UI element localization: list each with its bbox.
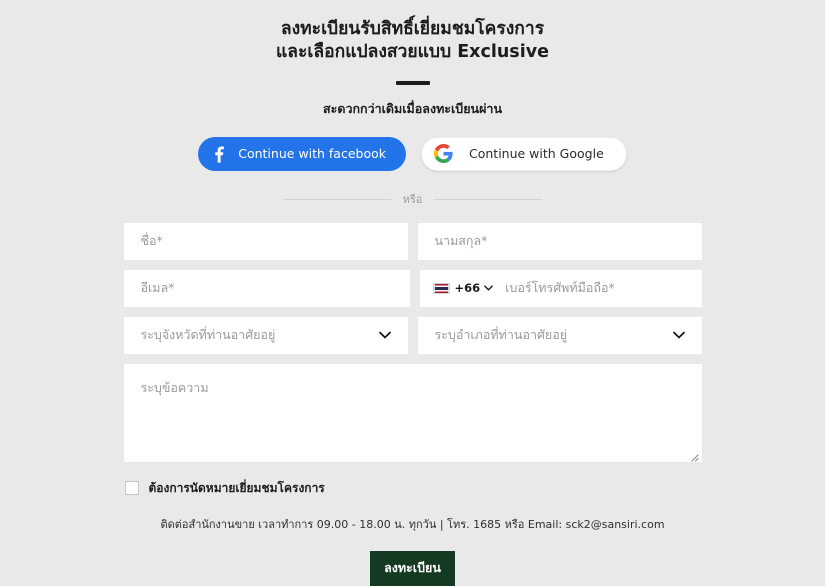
phone-placeholder: เบอร์โทรศัพท์มือถือ* (505, 280, 615, 296)
subtitle: สะดวกกว่าเดิมเมื่อลงทะเบียนผ่าน (323, 100, 502, 116)
or-divider-label: หรือ (402, 192, 423, 206)
textarea-resize-handle[interactable] (687, 447, 699, 462)
district-select[interactable]: ระบุอำเภอที่ท่านอาศัยอยู่ (417, 316, 702, 354)
email-placeholder: อีเมล* (140, 280, 175, 296)
appointment-checkbox-label: ต้องการนัดหมายเยี่ยมชมโครงการ (148, 480, 325, 495)
social-login-row: Continue with facebook Continue with Goo… (0, 136, 825, 171)
google-icon (434, 144, 453, 164)
district-placeholder: ระบุอำเภอที่ท่านอาศัยอยู่ (434, 327, 568, 343)
google-button-label: Continue with Google (469, 146, 604, 162)
registration-page: ลงทะเบียนรับสิทธิ์เยี่ยมชมโครงการ และเลื… (0, 0, 825, 586)
province-select[interactable]: ระบุจังหวัดที่ท่านอาศัยอยู่ (123, 316, 408, 354)
location-row: ระบุจังหวัดที่ท่านอาศัยอยู่ ระบุอำเภอที่… (123, 316, 702, 354)
page-title: ลงทะเบียนรับสิทธิ์เยี่ยมชมโครงการ และเลื… (0, 18, 825, 65)
last-name-placeholder: นามสกุล* (434, 233, 488, 249)
title-divider-rule (395, 80, 430, 85)
continue-with-google-button[interactable]: Continue with Google (421, 136, 627, 171)
chevron-down-icon (378, 331, 391, 339)
or-divider-line-right (434, 198, 543, 200)
or-divider-line-left (282, 198, 391, 200)
facebook-icon (210, 144, 230, 164)
thailand-flag-icon (432, 282, 450, 294)
appointment-checkbox-row[interactable]: ต้องการนัดหมายเยี่ยมชมโครงการ (124, 479, 702, 498)
contact-note: ติดต่อสำนักงานขาย เวลาทำการ 09.00 - 18.0… (160, 517, 665, 531)
submit-row: ลงทะเบียน (124, 550, 702, 586)
province-placeholder: ระบุจังหวัดที่ท่านอาศัยอยู่ (140, 327, 276, 343)
first-name-input[interactable]: ชื่อ* (123, 222, 408, 260)
message-textarea[interactable]: ระบุข้อความ (123, 363, 702, 462)
name-row: ชื่อ* นามสกุล* (123, 222, 702, 260)
first-name-placeholder: ชื่อ* (140, 233, 163, 249)
country-code-label: +66 (454, 281, 481, 296)
page-title-line-1: ลงทะเบียนรับสิทธิ์เยี่ยมชมโครงการ (280, 19, 545, 39)
contact-row: อีเมล* +66 เบอร์โทรศัพท์มือถือ* (123, 269, 702, 307)
last-name-input[interactable]: นามสกุล* (417, 222, 702, 260)
phone-input[interactable]: +66 เบอร์โทรศัพท์มือถือ* (419, 269, 702, 307)
register-submit-button[interactable]: ลงทะเบียน (370, 550, 455, 586)
chevron-down-icon (484, 285, 493, 291)
message-placeholder: ระบุข้อความ (140, 379, 209, 395)
facebook-button-label: Continue with facebook (238, 146, 386, 162)
country-code-selector[interactable]: +66 (432, 281, 494, 296)
or-divider: หรือ (0, 194, 825, 205)
email-input[interactable]: อีเมล* (123, 269, 410, 307)
appointment-checkbox[interactable] (124, 481, 139, 496)
chevron-down-icon (672, 331, 685, 339)
registration-form: ชื่อ* นามสกุล* อีเมล* +66 เบอร์โทรศัพท์ม… (123, 222, 702, 586)
page-title-line-2: และเลือกแปลงสวยแบบ Exclusive (276, 42, 549, 63)
continue-with-facebook-button[interactable]: Continue with facebook (198, 136, 406, 171)
